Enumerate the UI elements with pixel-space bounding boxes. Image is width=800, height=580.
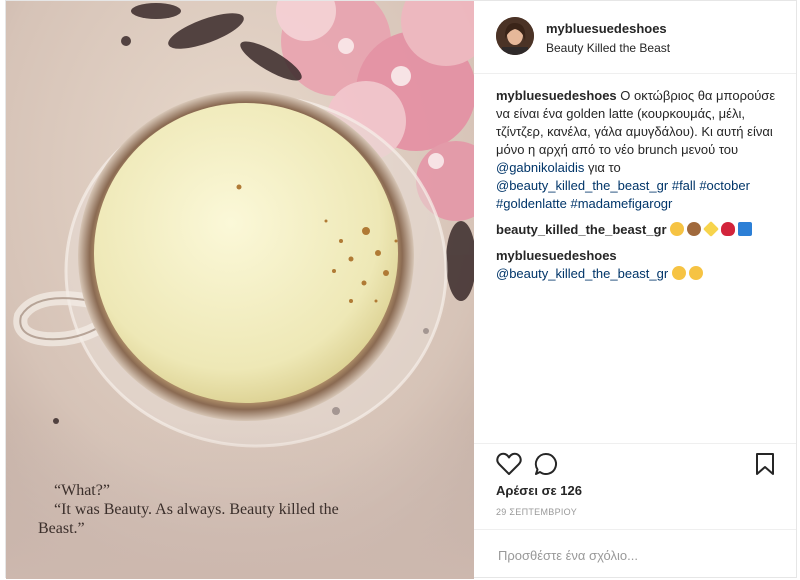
- hashtag-madamefigarogr[interactable]: #madamefigarogr: [570, 196, 672, 211]
- hashtag-october[interactable]: #october: [699, 178, 750, 193]
- post-location[interactable]: Beauty Killed the Beast: [546, 41, 670, 55]
- post-actions: [474, 443, 796, 484]
- caption-text-2: για το: [587, 160, 621, 175]
- comment-mention-beauty[interactable]: @beauty_killed_the_beast_gr: [496, 266, 668, 281]
- caption-mention-beauty[interactable]: @beauty_killed_the_beast_gr: [496, 178, 668, 193]
- comment-emojis: [671, 266, 706, 281]
- quote-line-1: “What?”: [54, 482, 110, 499]
- post-username[interactable]: mybluesuedeshoes: [546, 21, 667, 36]
- heart-icon: [496, 452, 522, 475]
- smiling-face-kiss-emoji: [670, 222, 685, 236]
- quote-line-2: “It was Beauty. As always. Beauty killed…: [54, 501, 339, 518]
- comment-emojis: [670, 221, 755, 237]
- post-photo[interactable]: “What?” “It was Beauty. As always. Beaut…: [6, 1, 474, 579]
- like-button[interactable]: [496, 452, 522, 479]
- hashtag-fall[interactable]: #fall: [672, 178, 696, 193]
- comment-input[interactable]: [496, 544, 780, 566]
- smiling-face-kiss-emoji: [688, 266, 703, 280]
- speech-bubble-icon: [534, 452, 557, 475]
- quote-line-3: Beast.”: [38, 520, 85, 537]
- likes-count[interactable]: Αρέσει σε 126: [496, 483, 582, 498]
- avatar[interactable]: [496, 17, 534, 55]
- bookmark-icon: [756, 453, 774, 475]
- see-no-evil-monkey-emoji: [687, 222, 702, 236]
- post-date[interactable]: 29 ΣΕΠΤΕΜΒΡΙΟΥ: [496, 507, 577, 517]
- post-side-panel: mybluesuedeshoes Beauty Killed the Beast…: [474, 1, 796, 579]
- hashtag-goldenlatte[interactable]: #goldenlatte: [496, 196, 567, 211]
- comment-item: mybluesuedeshoes @beauty_killed_the_beas…: [496, 247, 786, 283]
- save-button[interactable]: [754, 452, 776, 479]
- caption: mybluesuedeshoes Ο οκτώβριος θα μπορούσε…: [496, 87, 786, 213]
- caption-username[interactable]: mybluesuedeshoes: [496, 88, 617, 103]
- avatar-icon: [496, 17, 534, 55]
- comment-button[interactable]: [534, 452, 560, 479]
- comments-list: mybluesuedeshoes Ο οκτώβριος θα μπορούσε…: [496, 87, 786, 291]
- sparkles-emoji: [703, 221, 720, 237]
- comment-username[interactable]: beauty_killed_the_beast_gr: [496, 222, 667, 237]
- kiss-mark-emoji: [721, 222, 736, 236]
- yum-face-emoji: [671, 266, 686, 280]
- caption-mention-gabnikolaidis[interactable]: @gabnikolaidis: [496, 160, 584, 175]
- photo-quote: “What?” “It was Beauty. As always. Beaut…: [38, 481, 468, 538]
- post-header: mybluesuedeshoes Beauty Killed the Beast: [474, 1, 796, 74]
- comment-item: beauty_killed_the_beast_gr: [496, 221, 786, 239]
- new-button-emoji: [738, 222, 753, 236]
- add-comment-section: [474, 529, 796, 578]
- comment-username[interactable]: mybluesuedeshoes: [496, 248, 617, 263]
- instagram-post: “What?” “It was Beauty. As always. Beaut…: [5, 0, 797, 579]
